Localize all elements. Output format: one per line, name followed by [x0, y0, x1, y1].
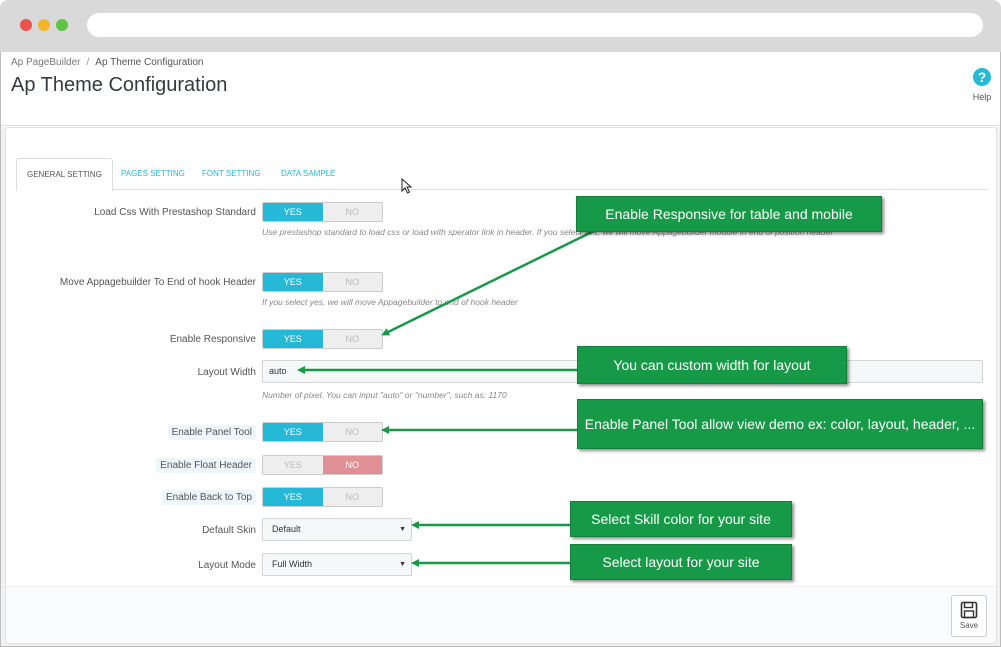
label-layout-mode: Layout Mode: [198, 560, 256, 571]
switch-load-css[interactable]: YES NO: [262, 202, 383, 222]
label-default-skin: Default Skin: [202, 525, 256, 536]
switch-enable-responsive-no[interactable]: NO: [323, 330, 383, 348]
label-load-css: Load Css With Prestashop Standard: [94, 207, 256, 218]
callout-responsive: Enable Responsive for table and mobile: [576, 196, 882, 232]
breadcrumb-separator: /: [86, 57, 90, 68]
chevron-down-icon: ▼: [399, 526, 406, 533]
chevron-down-icon: ▼: [399, 561, 406, 568]
save-icon: [960, 601, 978, 619]
default-skin-value: Default: [272, 524, 301, 534]
label-enable-float-header: Enable Float Header: [156, 458, 256, 473]
layout-mode-value: Full Width: [272, 559, 313, 569]
mouse-cursor-icon: [401, 178, 413, 194]
label-enable-back-to-top: Enable Back to Top: [162, 490, 256, 505]
browser-chrome: [0, 0, 1001, 52]
maximize-window-icon[interactable]: [56, 19, 68, 31]
page-header: Ap PageBuilder / Ap Theme Configuration Ap…: [1, 52, 1000, 126]
minimize-window-icon[interactable]: [38, 19, 50, 31]
page-title: Ap Theme Configuration: [11, 74, 228, 96]
close-window-icon[interactable]: [20, 19, 32, 31]
hint-layout-width: Number of pixel. You can input "auto" or…: [262, 390, 507, 400]
switch-enable-responsive-yes[interactable]: YES: [263, 330, 323, 348]
switch-enable-float-header-no[interactable]: NO: [322, 456, 382, 474]
switch-move-appagebuilder-yes[interactable]: YES: [263, 273, 323, 291]
layout-mode-select[interactable]: Full Width ▼: [262, 553, 412, 576]
callout-skin: Select Skill color for your site: [570, 501, 792, 537]
help-button[interactable]: ? Help: [970, 68, 994, 102]
callout-panel-tool: Enable Panel Tool allow view demo ex: co…: [577, 399, 983, 449]
hint-move-appagebuilder: If you select yes, we will move Appagebu…: [262, 297, 518, 307]
tab-font-setting[interactable]: FONT SETTING: [192, 158, 271, 190]
breadcrumb: Ap PageBuilder / Ap Theme Configuration: [11, 57, 204, 68]
switch-enable-panel-tool-yes[interactable]: YES: [263, 423, 323, 441]
tab-general-setting[interactable]: GENERAL SETTING: [16, 158, 113, 191]
callout-width: You can custom width for layout: [577, 346, 847, 384]
tab-pages-setting[interactable]: PAGES SETTING: [111, 158, 195, 190]
switch-enable-float-header-yes[interactable]: YES: [263, 456, 323, 474]
breadcrumb-current: Ap Theme Configuration: [95, 57, 204, 68]
breadcrumb-parent-link[interactable]: Ap PageBuilder: [11, 57, 81, 68]
label-layout-width: Layout Width: [197, 367, 256, 378]
switch-enable-panel-tool-no[interactable]: NO: [323, 423, 383, 441]
switch-move-appagebuilder[interactable]: YES NO: [262, 272, 383, 292]
label-enable-panel-tool: Enable Panel Tool: [167, 425, 256, 440]
save-button-label: Save: [959, 621, 979, 630]
help-label: Help: [972, 92, 992, 102]
callout-layout: Select layout for your site: [570, 544, 792, 580]
panel-footer: Save: [6, 586, 996, 643]
switch-enable-back-to-top-no[interactable]: NO: [323, 488, 383, 506]
switch-load-css-no[interactable]: NO: [323, 203, 383, 221]
switch-enable-back-to-top[interactable]: YES NO: [262, 487, 383, 507]
switch-enable-back-to-top-yes[interactable]: YES: [263, 488, 323, 506]
address-bar[interactable]: [87, 13, 983, 37]
label-enable-responsive: Enable Responsive: [169, 334, 256, 345]
label-move-appagebuilder: Move Appagebuilder To End of hook Header: [59, 277, 256, 288]
tab-data-sample[interactable]: DATA SAMPLE: [271, 158, 345, 190]
switch-enable-float-header[interactable]: YES NO: [262, 455, 383, 475]
switch-move-appagebuilder-no[interactable]: NO: [323, 273, 383, 291]
switch-enable-panel-tool[interactable]: YES NO: [262, 422, 383, 442]
default-skin-select[interactable]: Default ▼: [262, 518, 412, 541]
switch-load-css-yes[interactable]: YES: [263, 203, 323, 221]
help-icon: ?: [973, 68, 991, 86]
app-window: Ap PageBuilder / Ap Theme Configuration Ap…: [0, 52, 1001, 647]
switch-enable-responsive[interactable]: YES NO: [262, 329, 383, 349]
save-button[interactable]: Save: [951, 595, 987, 637]
settings-tabs: GENERAL SETTING PAGES SETTING FONT SETTI…: [16, 158, 988, 191]
